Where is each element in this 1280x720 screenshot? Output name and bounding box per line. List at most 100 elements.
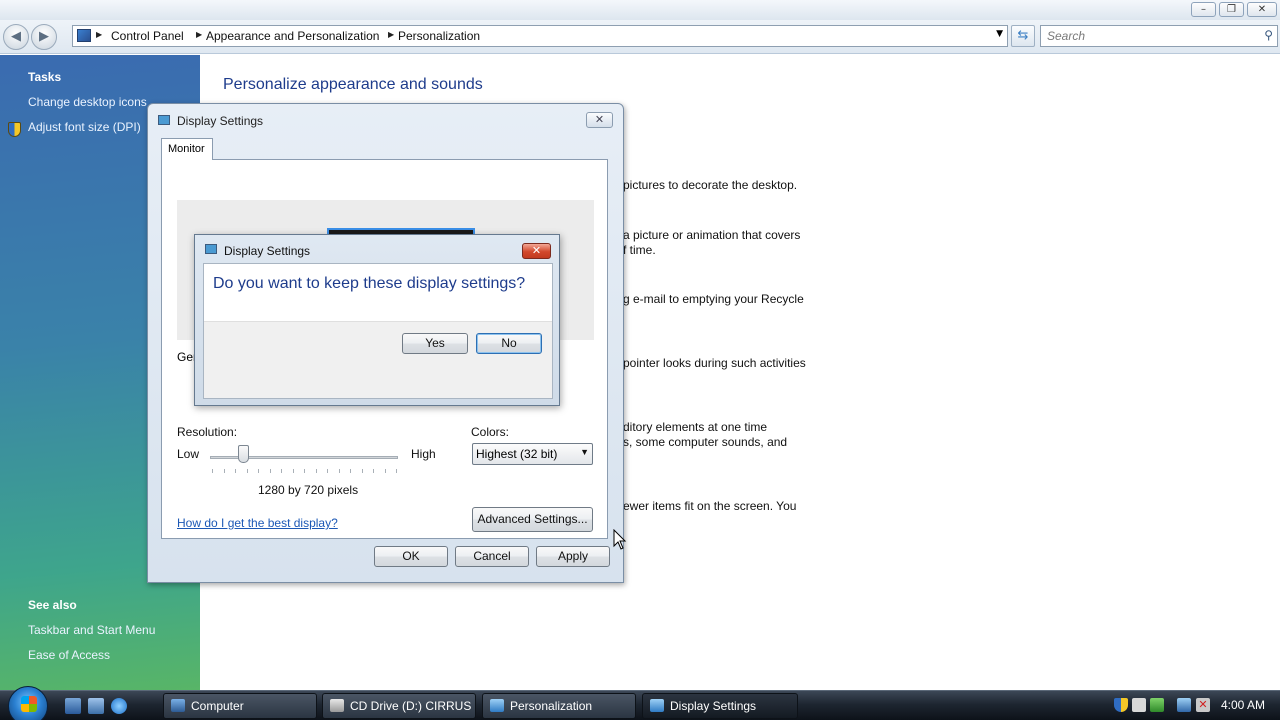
slider-tick xyxy=(212,469,213,473)
control-panel-icon xyxy=(77,29,91,42)
forward-button[interactable]: ▶ xyxy=(31,24,57,50)
slider-tick xyxy=(246,469,248,473)
network-icon[interactable] xyxy=(1177,698,1191,712)
personalization-icon xyxy=(490,699,504,712)
tab-monitor[interactable]: Monitor xyxy=(161,138,213,160)
question-area: Do you want to keep these display settin… xyxy=(204,264,552,322)
slider-tick xyxy=(269,469,271,473)
dialog-title: Display Settings xyxy=(177,114,264,128)
slider-tick xyxy=(338,469,340,473)
display-settings-icon xyxy=(158,115,170,125)
desc-text: pictures to decorate the desktop. xyxy=(623,178,798,192)
confirm-question: Do you want to keep these display settin… xyxy=(213,275,526,292)
desc-text: s, some computer sounds, and xyxy=(623,435,788,449)
address-dropdown-icon[interactable]: ▼ xyxy=(996,29,1003,39)
desc-text: ditory elements at one time xyxy=(623,420,768,434)
slider-tick xyxy=(327,469,328,473)
colors-select[interactable]: Highest (32 bit) ▼ xyxy=(472,443,593,465)
confirm-dialog-title: Display Settings xyxy=(224,244,311,258)
slider-tick xyxy=(281,469,282,473)
security-shield-icon[interactable] xyxy=(1114,698,1128,712)
refresh-button[interactable]: ⇆ xyxy=(1011,25,1035,47)
best-display-help-link[interactable]: How do I get the best display? xyxy=(177,516,338,530)
search-icon[interactable]: ⚲ xyxy=(1264,28,1273,42)
keep-settings-dialog: Display Settings ✕ Do you want to keep t… xyxy=(194,234,560,406)
see-also-heading: See also xyxy=(28,598,77,612)
see-also-taskbar[interactable]: Taskbar and Start Menu xyxy=(28,623,155,637)
windows-logo-icon xyxy=(21,696,37,712)
slider-tick xyxy=(315,469,317,473)
ok-button[interactable]: OK xyxy=(374,546,448,567)
update-icon[interactable] xyxy=(1150,698,1164,712)
taskbar-item-computer[interactable]: Computer xyxy=(163,693,317,719)
yes-button[interactable]: Yes xyxy=(402,333,468,354)
tasks-heading: Tasks xyxy=(28,70,62,84)
address-row: ◀ ▶ ▶ Control Panel ▶ Appearance and Per… xyxy=(0,20,1280,54)
safely-remove-icon[interactable] xyxy=(1132,698,1146,712)
breadcrumb-separator: ▶ xyxy=(196,30,203,39)
cancel-button[interactable]: Cancel xyxy=(455,546,529,567)
no-button[interactable]: No xyxy=(476,333,542,354)
display-settings-icon xyxy=(205,244,217,254)
desc-text: ewer items fit on the screen. You xyxy=(623,499,797,513)
slider-tick xyxy=(373,469,374,473)
search-placeholder: Search xyxy=(1047,29,1086,43)
close-button[interactable]: ✕ xyxy=(1247,2,1277,17)
desc-text: pointer looks during such activities xyxy=(623,356,806,370)
taskbar-item-display-settings[interactable]: Display Settings xyxy=(642,693,798,719)
page-title: Personalize appearance and sounds xyxy=(223,76,483,93)
task-change-desktop-icons[interactable]: Change desktop icons xyxy=(28,95,147,109)
breadcrumb-personalization[interactable]: Personalization xyxy=(398,29,480,43)
display-settings-icon xyxy=(650,699,664,712)
low-label: Low xyxy=(177,447,200,461)
slider-tick xyxy=(292,469,294,473)
cd-drive-icon xyxy=(330,699,344,712)
internet-explorer-icon[interactable] xyxy=(111,698,127,714)
slider-tick xyxy=(396,469,397,473)
uac-shield-icon xyxy=(8,122,21,137)
confirm-close-button[interactable]: ✕ xyxy=(522,243,551,259)
apply-button[interactable]: Apply xyxy=(536,546,610,567)
advanced-settings-button[interactable]: Advanced Settings... xyxy=(472,507,593,532)
slider-tick xyxy=(361,469,363,473)
desc-text: a picture or animation that covers xyxy=(623,228,801,242)
volume-muted-icon[interactable]: ✕ xyxy=(1196,698,1210,712)
slider-tick xyxy=(350,469,351,473)
desc-text: g e-mail to emptying your Recycle xyxy=(623,292,804,306)
confirm-body: Do you want to keep these display settin… xyxy=(203,263,553,399)
slider-tick xyxy=(223,469,225,473)
breadcrumb-appearance[interactable]: Appearance and Personalization xyxy=(206,29,379,43)
search-input[interactable]: Search ⚲ xyxy=(1040,25,1278,47)
start-button[interactable] xyxy=(8,686,48,720)
slider-tick xyxy=(258,469,259,473)
taskbar-item-label: CD Drive (D:) CIRRUS xyxy=(350,699,472,713)
see-also-ease-of-access[interactable]: Ease of Access xyxy=(28,648,110,662)
task-adjust-font-size[interactable]: Adjust font size (DPI) xyxy=(28,120,141,134)
resolution-label: Resolution: xyxy=(177,425,238,439)
taskbar-item-cd-drive[interactable]: CD Drive (D:) CIRRUS xyxy=(322,693,476,719)
taskbar-item-personalization[interactable]: Personalization xyxy=(482,693,636,719)
show-desktop-icon[interactable] xyxy=(65,698,81,714)
taskbar-item-label: Personalization xyxy=(510,699,593,713)
resolution-slider-thumb[interactable] xyxy=(237,445,249,463)
breadcrumb-separator: ▶ xyxy=(96,30,103,39)
clock[interactable]: 4:00 AM xyxy=(1221,698,1265,712)
chevron-down-icon: ▼ xyxy=(580,447,589,457)
mouse-cursor-icon xyxy=(613,529,627,550)
maximize-button[interactable]: ❐ xyxy=(1219,2,1244,17)
slider-tick xyxy=(384,469,386,473)
resolution-value: 1280 by 720 pixels xyxy=(258,483,359,497)
breadcrumb-control-panel[interactable]: Control Panel xyxy=(111,29,184,43)
colors-selected-value: Highest (32 bit) xyxy=(476,447,558,461)
minimize-button[interactable]: – xyxy=(1191,2,1216,17)
taskbar: Computer CD Drive (D:) CIRRUS Personaliz… xyxy=(0,686,1280,720)
address-bar[interactable]: ▶ Control Panel ▶ Appearance and Persona… xyxy=(72,25,1008,47)
slider-tick xyxy=(304,469,305,473)
colors-label: Colors: xyxy=(471,425,510,439)
switch-windows-icon[interactable] xyxy=(88,698,104,714)
high-label: High xyxy=(411,447,436,461)
breadcrumb-separator: ▶ xyxy=(388,30,395,39)
taskbar-item-label: Computer xyxy=(191,699,244,713)
back-button[interactable]: ◀ xyxy=(3,24,29,50)
dialog-close-button[interactable]: ✕ xyxy=(586,112,613,128)
